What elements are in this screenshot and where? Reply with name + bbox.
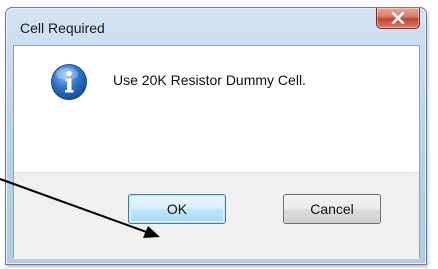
close-icon <box>391 12 405 24</box>
info-icon <box>51 64 87 100</box>
cancel-button[interactable]: Cancel <box>283 194 381 224</box>
dialog-message: Use 20K Resistor Dummy Cell. <box>113 72 306 88</box>
dialog-title: Cell Required <box>20 20 105 36</box>
ok-button[interactable]: OK <box>128 194 226 224</box>
close-button[interactable] <box>376 8 420 29</box>
dialog-window: Cell Required <box>5 7 427 265</box>
